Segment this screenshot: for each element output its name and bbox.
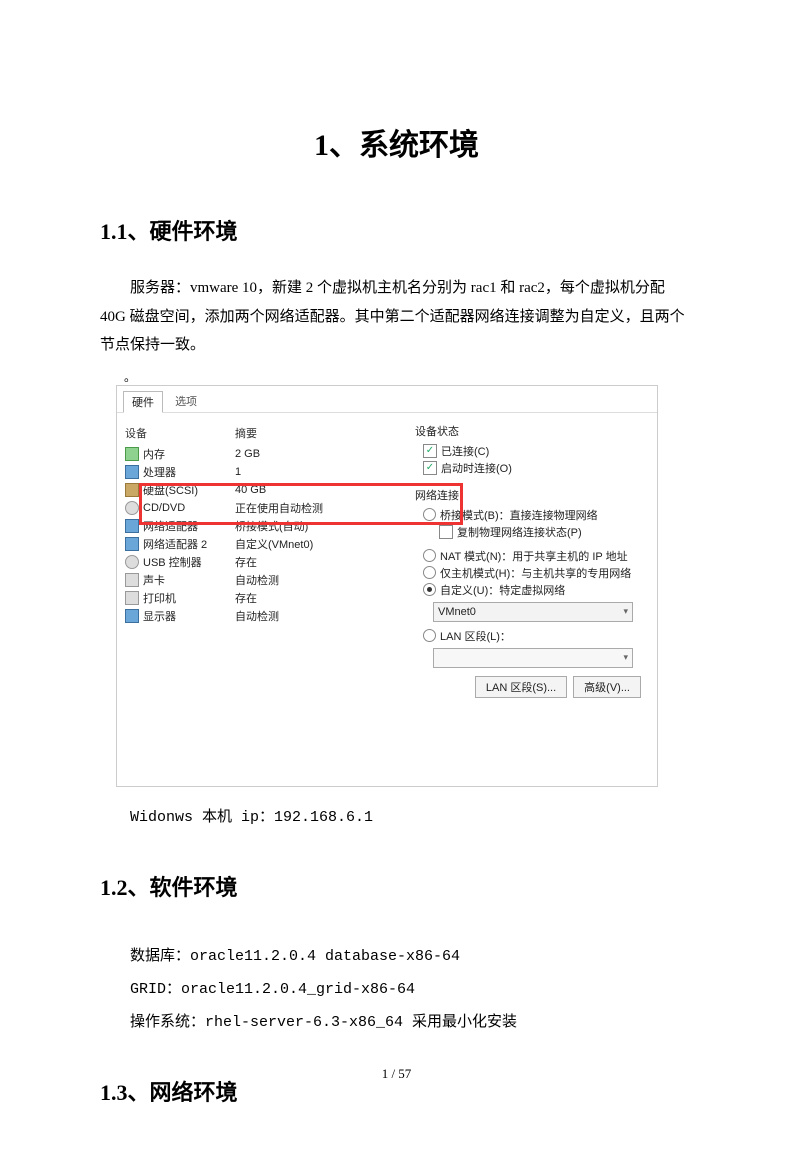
label-nat: NAT 模式(N)：用于共享主机的 IP 地址 — [440, 548, 628, 564]
cd-icon — [125, 501, 139, 515]
col-summary: 摘要 — [235, 425, 257, 441]
heading-1-2: 1.2、软件环境 — [100, 870, 693, 902]
label-replicate: 复制物理网络连接状态(P) — [457, 524, 582, 540]
software-os: 操作系统：rhel-server-6.3-x86_64 采用最小化安装 — [130, 1006, 693, 1039]
label-connect-power: 启动时连接(O) — [441, 460, 512, 476]
software-grid: GRID：oracle11.2.0.4_grid-x86-64 — [130, 973, 693, 1006]
device-memory[interactable]: 内存 — [143, 446, 165, 462]
radio-nat[interactable] — [423, 549, 436, 562]
windows-ip-line: Widonws 本机 ip：192.168.6.1 — [130, 801, 693, 834]
net-icon — [125, 519, 139, 533]
device-row: CD/DVD正在使用自动检测 — [125, 499, 395, 517]
device-row: 内存2 GB — [125, 445, 395, 463]
page-number: 1 / 57 — [0, 1066, 793, 1082]
device-usb[interactable]: USB 控制器 — [143, 554, 202, 570]
label-bridged: 桥接模式(B)：直接连接物理网络 — [440, 507, 598, 523]
sound-icon — [125, 573, 139, 587]
usb-icon — [125, 555, 139, 569]
device-net2[interactable]: 网络适配器 2 — [143, 536, 207, 552]
stray-dot: 。 — [124, 368, 693, 385]
device-sound[interactable]: 声卡 — [143, 572, 165, 588]
checkbox-connected[interactable] — [423, 444, 437, 458]
printer-icon — [125, 591, 139, 605]
checkbox-replicate[interactable] — [439, 525, 453, 539]
device-details: 设备状态 已连接(C) 启动时连接(O) 网络连接 桥接模式(B)：直接连接物理… — [403, 413, 657, 791]
lan-segment-select: ▾ — [433, 648, 633, 668]
device-printer[interactable]: 打印机 — [143, 590, 176, 606]
device-disk[interactable]: 硬盘(SCSI) — [143, 482, 198, 498]
vmware-settings-screenshot: 硬件 选项 设备 摘要 内存2 GB 处理器1 硬盘(SCSI)40 GB CD… — [116, 385, 658, 787]
radio-hostonly[interactable] — [423, 566, 436, 579]
device-row: 网络适配器 2自定义(VMnet0) — [125, 535, 395, 553]
radio-lan[interactable] — [423, 629, 436, 642]
custom-network-value: VMnet0 — [438, 606, 476, 618]
device-state-label: 设备状态 — [415, 423, 645, 439]
device-list: 设备 摘要 内存2 GB 处理器1 硬盘(SCSI)40 GB CD/DVD正在… — [117, 413, 403, 791]
chevron-down-icon: ▾ — [623, 606, 628, 617]
vm-tabs: 硬件 选项 — [117, 386, 657, 412]
device-row: 显示器自动检测 — [125, 607, 395, 625]
checkbox-connect-at-power[interactable] — [423, 461, 437, 475]
label-hostonly: 仅主机模式(H)：与主机共享的专用网络 — [440, 565, 631, 581]
device-cd[interactable]: CD/DVD — [143, 502, 185, 514]
chevron-down-icon: ▾ — [623, 652, 628, 663]
netconn-label: 网络连接 — [415, 487, 645, 503]
disk-icon — [125, 483, 139, 497]
para-hardware: 服务器：vmware 10，新建 2 个虚拟机主机名分别为 rac1 和 rac… — [100, 274, 693, 360]
label-custom: 自定义(U)：特定虚拟网络 — [440, 582, 565, 598]
label-lan: LAN 区段(L)： — [440, 628, 511, 644]
device-row: 硬盘(SCSI)40 GB — [125, 481, 395, 499]
net-icon — [125, 537, 139, 551]
device-display[interactable]: 显示器 — [143, 608, 176, 624]
display-icon — [125, 609, 139, 623]
cpu-icon — [125, 465, 139, 479]
device-cpu[interactable]: 处理器 — [143, 464, 176, 480]
memory-icon — [125, 447, 139, 461]
device-net1[interactable]: 网络适配器 — [143, 518, 198, 534]
lan-segments-button[interactable]: LAN 区段(S)... — [475, 676, 567, 698]
device-row: 打印机存在 — [125, 589, 395, 607]
col-device: 设备 — [125, 425, 235, 441]
label-connected: 已连接(C) — [441, 443, 489, 459]
heading-1-1: 1.1、硬件环境 — [100, 214, 693, 246]
tab-options[interactable]: 选项 — [166, 390, 206, 412]
device-row: 处理器1 — [125, 463, 395, 481]
radio-bridged[interactable] — [423, 508, 436, 521]
device-row: USB 控制器存在 — [125, 553, 395, 571]
device-row: 网络适配器桥接模式(自动) — [125, 517, 395, 535]
software-db: 数据库：oracle11.2.0.4 database-x86-64 — [130, 940, 693, 973]
advanced-button[interactable]: 高级(V)... — [573, 676, 641, 698]
tab-hardware[interactable]: 硬件 — [123, 391, 163, 413]
custom-network-select[interactable]: VMnet0 ▾ — [433, 602, 633, 622]
radio-custom[interactable] — [423, 583, 436, 596]
device-row: 声卡自动检测 — [125, 571, 395, 589]
page-title: 1、系统环境 — [100, 120, 693, 164]
